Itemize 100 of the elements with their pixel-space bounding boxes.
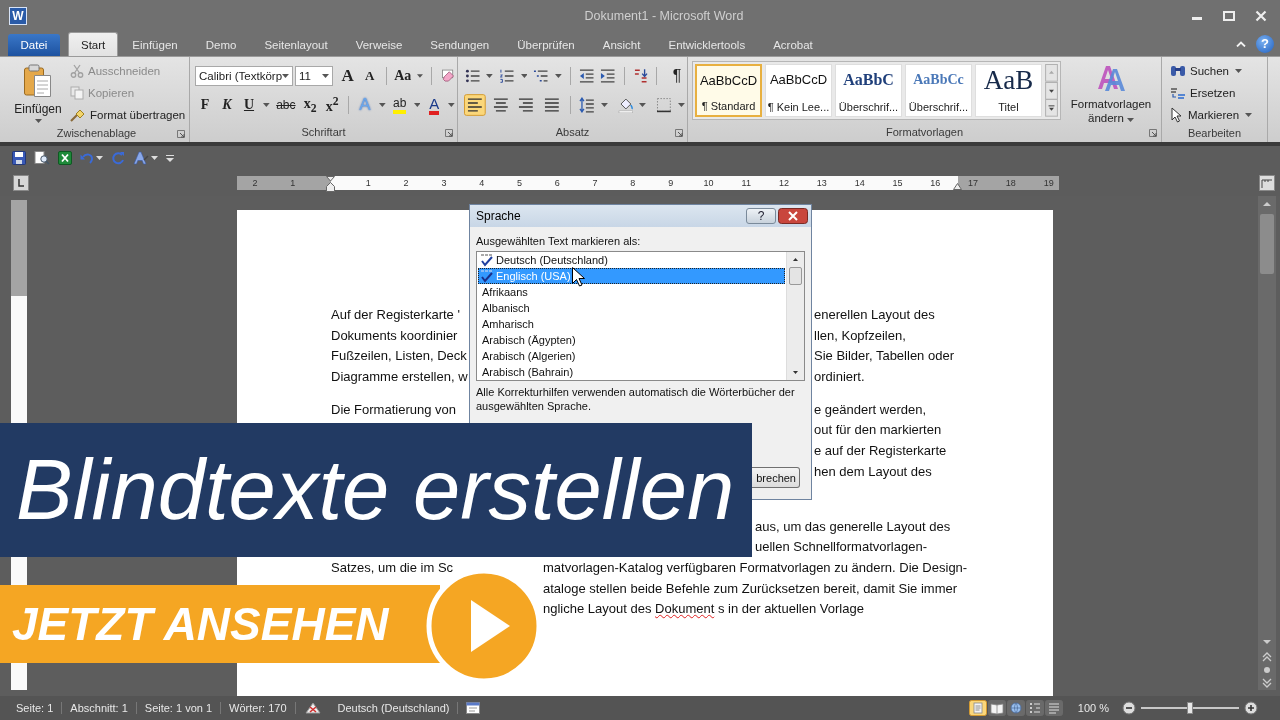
caret-icon[interactable] bbox=[486, 74, 494, 78]
cancel-button[interactable]: brechen bbox=[750, 467, 800, 488]
more-styles-icon[interactable] bbox=[1045, 99, 1058, 117]
dialog-launcher-icon[interactable] bbox=[675, 129, 683, 137]
caret-icon[interactable] bbox=[263, 103, 270, 107]
language-option[interactable]: Deutsch (Deutschland) bbox=[478, 252, 785, 268]
file-tab[interactable]: Datei bbox=[8, 34, 60, 56]
change-case-button[interactable]: Aa bbox=[392, 65, 413, 87]
language-status[interactable]: Deutsch (Deutschland) bbox=[329, 702, 459, 714]
ribbon-tab[interactable]: Acrobat bbox=[759, 34, 827, 56]
caret-icon[interactable] bbox=[151, 156, 158, 160]
numbered-list-icon[interactable] bbox=[499, 68, 515, 84]
caret-icon[interactable] bbox=[34, 119, 42, 123]
status-text[interactable]: Abschnitt: 1 bbox=[62, 702, 137, 714]
caret-icon[interactable] bbox=[379, 103, 386, 107]
text-lines-icon[interactable] bbox=[1044, 700, 1063, 716]
style-tile[interactable]: AaBbCcD ¶ Standard bbox=[695, 64, 762, 117]
superscript-button[interactable]: x$^{2}$ bbox=[322, 94, 343, 116]
app-logo[interactable]: W bbox=[9, 7, 27, 25]
close-icon[interactable] bbox=[778, 208, 808, 224]
editing-command[interactable]: Ersetzen bbox=[1170, 82, 1267, 104]
caret-icon[interactable] bbox=[600, 103, 608, 107]
underline-button[interactable]: U bbox=[239, 94, 259, 116]
status-text[interactable]: Wörter: 170 bbox=[221, 702, 296, 714]
editing-command[interactable]: Suchen bbox=[1170, 60, 1267, 82]
zoom-slider-thumb[interactable] bbox=[1187, 702, 1193, 714]
paste-button[interactable]: Einfügen bbox=[10, 60, 66, 126]
change-styles-button[interactable]: Formatvorlagen ändern bbox=[1063, 61, 1159, 125]
indent-marker-icon[interactable] bbox=[326, 176, 335, 192]
align-left-icon[interactable] bbox=[464, 94, 486, 116]
language-option[interactable]: Arabisch (Algerien) bbox=[478, 348, 785, 364]
list-scrollbar[interactable] bbox=[786, 252, 804, 380]
caret-icon[interactable] bbox=[413, 103, 421, 107]
caret-icon[interactable] bbox=[282, 74, 289, 78]
zoom-level[interactable]: 100 % bbox=[1077, 702, 1109, 714]
scrollbar-thumb[interactable] bbox=[1260, 214, 1274, 274]
language-option[interactable]: Amharisch bbox=[478, 316, 785, 332]
ribbon-tab[interactable]: Demo bbox=[191, 34, 251, 56]
decrease-indent-icon[interactable] bbox=[578, 68, 595, 84]
caret-icon[interactable] bbox=[520, 74, 528, 78]
dialog-launcher-icon[interactable] bbox=[1149, 129, 1157, 137]
ruler-toggle-icon[interactable] bbox=[1259, 175, 1275, 191]
caret-icon[interactable] bbox=[554, 74, 562, 78]
caret-icon[interactable] bbox=[639, 103, 647, 107]
status-text[interactable]: Seite: 1 bbox=[8, 702, 63, 714]
font-color-button[interactable]: A bbox=[424, 94, 445, 116]
language-option[interactable]: Arabisch (Ägypten) bbox=[478, 332, 785, 348]
save-icon[interactable] bbox=[12, 151, 26, 165]
line-spacing-icon[interactable] bbox=[578, 97, 595, 113]
status-text[interactable]: Seite: 1 von 1 bbox=[136, 702, 222, 714]
globe-icon[interactable] bbox=[1006, 700, 1025, 716]
subscript-button[interactable]: x$_{2}$ bbox=[300, 94, 321, 116]
borders-icon[interactable] bbox=[656, 97, 673, 113]
collapse-ribbon-icon[interactable] bbox=[1236, 41, 1246, 47]
help-button[interactable]: ? bbox=[746, 208, 776, 224]
italic-button[interactable]: K bbox=[217, 94, 237, 116]
increase-indent-icon[interactable] bbox=[600, 68, 616, 84]
editing-command[interactable]: Markieren bbox=[1170, 104, 1267, 126]
paint-bucket-icon[interactable] bbox=[617, 97, 634, 113]
maximize-icon[interactable] bbox=[1223, 10, 1235, 22]
caret-icon[interactable] bbox=[678, 103, 685, 107]
style-tile[interactable]: AaBbCc Überschrif... bbox=[905, 64, 972, 117]
caret-icon[interactable] bbox=[321, 74, 329, 78]
style-tile[interactable]: AaB Titel bbox=[975, 64, 1042, 117]
ribbon-tab[interactable]: Verweise bbox=[341, 34, 417, 56]
outline-icon[interactable] bbox=[1025, 700, 1044, 716]
font-name-field[interactable]: Calibri (Textkörp bbox=[195, 66, 293, 86]
bold-button[interactable]: F bbox=[195, 94, 215, 116]
zoom-in-icon[interactable] bbox=[1244, 701, 1258, 715]
proofing-icon[interactable] bbox=[303, 701, 322, 715]
style-tile[interactable]: AaBbC Überschrif... bbox=[835, 64, 902, 117]
highlight-button[interactable]: ab bbox=[389, 94, 410, 116]
ribbon-tab[interactable]: Überprüfen bbox=[503, 34, 589, 56]
show-formatting-button[interactable]: ¶ bbox=[667, 65, 687, 87]
language-list[interactable]: Deutsch (Deutschland) Englisch (USA) Afrikaans Albanisch Amharisch Arabisch (Ägypten) Arabisch (Algerien) Arabisch (Bahrain) bbox=[476, 251, 805, 381]
spreadsheet-icon[interactable] bbox=[58, 151, 72, 165]
language-option[interactable]: Afrikaans bbox=[478, 284, 785, 300]
dialog-launcher-icon[interactable] bbox=[177, 130, 185, 138]
open-book-icon[interactable] bbox=[987, 700, 1006, 716]
page-icon[interactable] bbox=[968, 700, 987, 716]
right-indent-marker-icon[interactable] bbox=[953, 183, 962, 190]
print-preview-icon[interactable] bbox=[34, 151, 50, 165]
caret-icon[interactable] bbox=[448, 103, 455, 107]
ribbon-tab[interactable]: Sendungen bbox=[416, 34, 504, 56]
caret-icon[interactable] bbox=[1127, 118, 1134, 122]
bullet-list-icon[interactable] bbox=[465, 68, 481, 84]
sort-icon[interactable] bbox=[632, 68, 649, 84]
caret-icon[interactable] bbox=[1235, 69, 1242, 73]
strikethrough-button[interactable]: abc bbox=[273, 94, 299, 116]
grow-font-button[interactable]: A bbox=[337, 65, 358, 87]
ribbon-tab[interactable]: Entwicklertools bbox=[654, 34, 760, 56]
style-tile[interactable]: AaBbCcD ¶ Kein Lee... bbox=[765, 64, 832, 117]
ribbon-tab[interactable]: Start bbox=[68, 32, 119, 56]
eraser-icon[interactable] bbox=[439, 68, 455, 84]
tab-stop-icon[interactable] bbox=[13, 175, 29, 191]
ribbon-tab[interactable]: Ansicht bbox=[588, 34, 655, 56]
ribbon-tab[interactable]: Seitenlayout bbox=[250, 34, 342, 56]
ribbon-tab[interactable]: Einfügen bbox=[118, 34, 192, 56]
dialog-launcher-icon[interactable] bbox=[445, 129, 453, 137]
caret-icon[interactable] bbox=[96, 156, 103, 160]
